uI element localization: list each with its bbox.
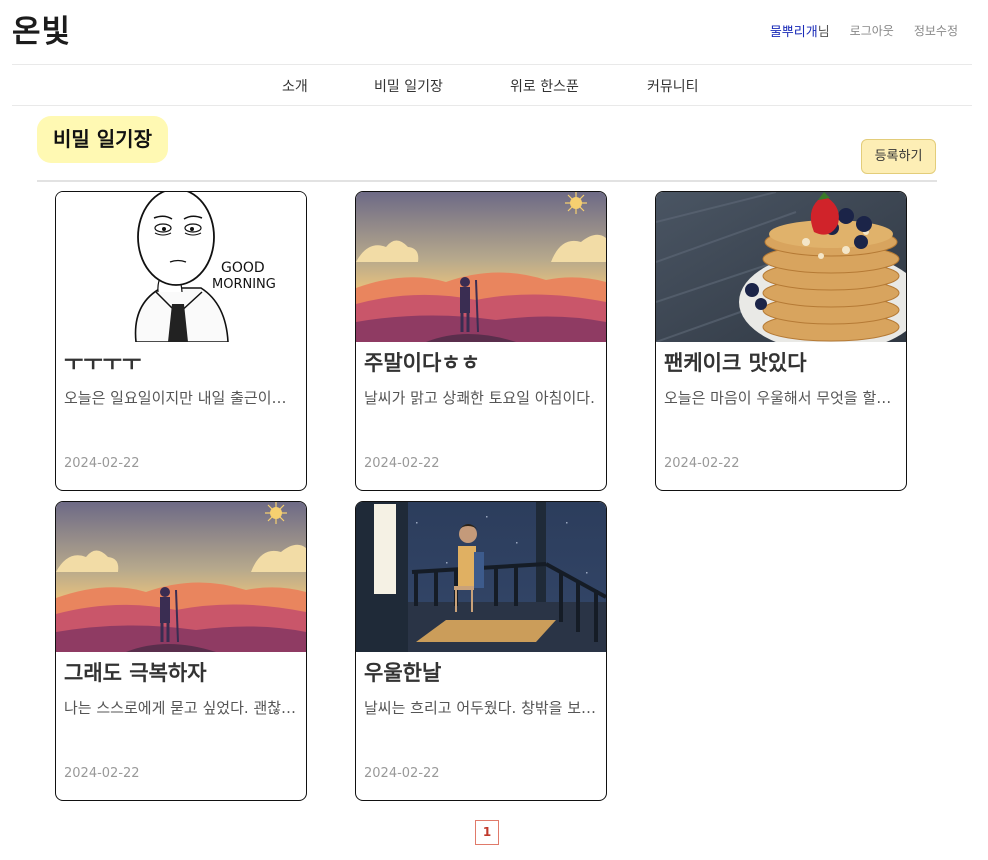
card-date: 2024-02-22 — [64, 456, 140, 471]
nav-item-secret-diary[interactable]: 비밀 일기장 — [374, 76, 443, 96]
edit-profile-link[interactable]: 정보수정 — [914, 22, 958, 39]
nav-divider — [12, 105, 972, 106]
card-snippet: 오늘은 일요일이지만 내일 출근이라니... — [64, 389, 300, 407]
diary-card[interactable]: 팬케이크 맛있다 오늘은 마음이 우울해서 무엇을 할지... 2024-02-… — [655, 191, 907, 491]
card-image-mountain-sunrise — [56, 502, 306, 652]
title-divider — [37, 180, 937, 182]
nav-item-comfort[interactable]: 위로 한스푼 — [510, 76, 579, 96]
svg-text:MORNING: MORNING — [212, 277, 276, 292]
diary-card[interactable]: 그래도 극복하자 나는 스스로에게 묻고 싶었다. 괜찮니? 2024-02-2… — [55, 501, 307, 801]
card-title: 팬케이크 맛있다 — [664, 351, 807, 375]
user-area: 물뿌리개님 로그아웃 정보수정 — [770, 21, 958, 40]
card-image-mountain-sunrise — [356, 192, 606, 342]
card-image-pancake — [656, 192, 906, 342]
user-name: 물뿌리개 — [769, 25, 818, 40]
card-snippet: 오늘은 마음이 우울해서 무엇을 할지... — [664, 389, 900, 407]
svg-text:GOOD: GOOD — [221, 260, 265, 276]
logout-link[interactable]: 로그아웃 — [850, 22, 894, 39]
card-image-good-morning: GOOD MORNING — [56, 192, 306, 342]
card-snippet: 날씨는 흐리고 어두웠다. 창밖을 보며... — [364, 699, 600, 717]
card-snippet: 나는 스스로에게 묻고 싶었다. 괜찮니? — [64, 699, 300, 717]
main-nav: 소개 비밀 일기장 위로 한스푼 커뮤니티 — [0, 65, 988, 105]
diary-card[interactable]: 우울한날 날씨는 흐리고 어두웠다. 창밖을 보며... 2024-02-22 — [355, 501, 607, 801]
card-title: 그래도 극복하자 — [64, 661, 207, 685]
card-snippet: 날씨가 맑고 상쾌한 토요일 아침이다. — [364, 389, 595, 407]
user-greeting: 물뿌리개님 — [770, 21, 830, 40]
nav-item-intro[interactable]: 소개 — [282, 76, 308, 96]
pagination-page-1[interactable]: 1 — [475, 820, 499, 845]
diary-card[interactable]: 주말이다ㅎㅎ 날씨가 맑고 상쾌한 토요일 아침이다. 2024-02-22 — [355, 191, 607, 491]
card-date: 2024-02-22 — [664, 456, 740, 471]
site-header: 온빛 물뿌리개님 로그아웃 정보수정 — [0, 0, 988, 64]
card-title: 우울한날 — [364, 661, 442, 685]
card-title: 주말이다ㅎㅎ — [364, 351, 480, 375]
card-image-night-balcony — [356, 502, 606, 652]
card-date: 2024-02-22 — [364, 456, 440, 471]
card-title: ㅜㅜㅜㅜ — [64, 351, 142, 375]
page-title: 비밀 일기장 — [37, 116, 168, 163]
diary-card[interactable]: GOOD MORNING ㅜㅜㅜㅜ 오늘은 일요일이지만 내일 출근이라니...… — [55, 191, 307, 491]
register-button[interactable]: 등록하기 — [861, 139, 936, 174]
nav-item-community[interactable]: 커뮤니티 — [647, 76, 699, 96]
site-logo[interactable]: 온빛 — [12, 6, 71, 51]
card-date: 2024-02-22 — [364, 766, 440, 781]
user-suffix: 님 — [817, 25, 830, 40]
card-date: 2024-02-22 — [64, 766, 140, 781]
